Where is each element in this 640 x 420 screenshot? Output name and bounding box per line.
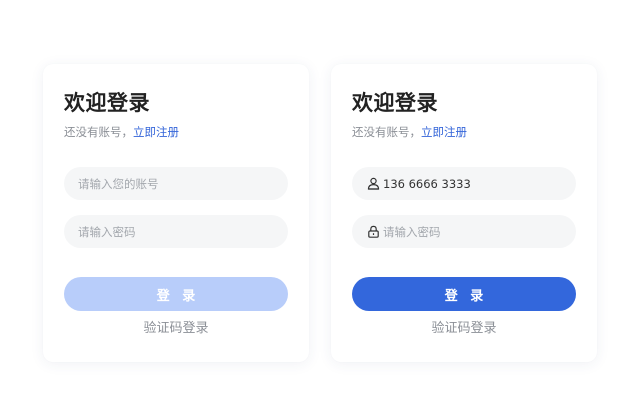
user-icon (366, 177, 380, 191)
register-prompt-text: 还没有账号， (64, 125, 133, 139)
register-prompt-text: 还没有账号， (352, 125, 421, 139)
account-input[interactable] (78, 176, 258, 191)
login-card-filled: 欢迎登录 还没有账号，立即注册 136 6666 3333 登 录 验证码登录 (331, 64, 597, 362)
password-field[interactable] (352, 215, 576, 248)
account-field[interactable] (64, 167, 288, 200)
login-card-empty: 欢迎登录 还没有账号，立即注册 登 录 验证码登录 (43, 64, 309, 362)
login-button[interactable]: 登 录 (64, 277, 288, 311)
password-field[interactable] (64, 215, 288, 248)
register-link[interactable]: 立即注册 (133, 125, 179, 139)
sms-code-login-link[interactable]: 验证码登录 (331, 320, 597, 338)
account-input[interactable] (383, 176, 563, 191)
page-title: 欢迎登录 (352, 91, 438, 115)
sms-code-login-link[interactable]: 验证码登录 (43, 320, 309, 338)
password-input[interactable] (78, 224, 258, 239)
register-prompt: 还没有账号，立即注册 (352, 124, 467, 140)
login-showcase: 欢迎登录 还没有账号，立即注册 登 录 验证码登录 欢迎登录 还没有账号，立即注… (0, 0, 640, 420)
account-field[interactable] (352, 167, 576, 200)
lock-icon (366, 225, 380, 239)
page-title: 欢迎登录 (64, 91, 150, 115)
register-prompt: 还没有账号，立即注册 (64, 124, 179, 140)
login-button[interactable]: 登 录 (352, 277, 576, 311)
register-link[interactable]: 立即注册 (421, 125, 467, 139)
password-input[interactable] (383, 224, 563, 239)
